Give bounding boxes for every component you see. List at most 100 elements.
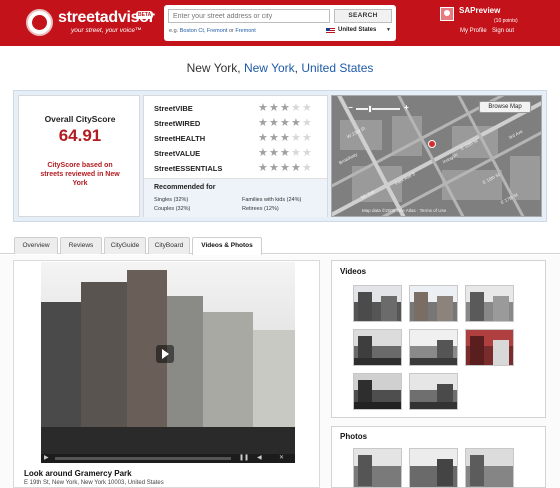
star-empty-icon[interactable]: ★ — [302, 133, 313, 144]
cityscore-value: 64.91 — [58, 126, 102, 145]
video-thumbnail[interactable] — [353, 373, 402, 410]
zoom-slider-track[interactable] — [356, 108, 400, 110]
rating-row-wired: StreetWIRED ★ ★ ★ ★ ★ — [154, 118, 324, 130]
header-bar: streetadvisor BETA your street, your voi… — [0, 0, 560, 46]
volume-icon[interactable]: ◀ — [257, 454, 262, 463]
star-rating: ★ ★ ★ ★ ★ — [258, 148, 313, 159]
country-select[interactable]: United States — [338, 27, 376, 33]
star-filled-icon[interactable]: ★ — [258, 163, 269, 174]
map-street-label: Broadway — [337, 151, 359, 166]
tab-reviews[interactable]: Reviews — [60, 237, 102, 254]
star-filled-icon[interactable]: ★ — [280, 103, 291, 114]
username[interactable]: SAPreview — [459, 6, 500, 15]
example-link-city[interactable]: Fremont — [235, 28, 255, 34]
cityscore-box: Overall CityScore 64.91 CityScore based … — [18, 95, 140, 217]
star-empty-icon[interactable]: ★ — [291, 103, 302, 114]
sign-out-link[interactable]: Sign out — [492, 28, 514, 34]
location-separator: , — [237, 61, 244, 75]
star-empty-icon[interactable]: ★ — [302, 118, 313, 129]
video-thumbnail[interactable] — [409, 329, 458, 366]
star-filled-icon[interactable]: ★ — [258, 103, 269, 114]
us-flag-icon — [326, 28, 335, 34]
thumbnail-building — [358, 455, 372, 486]
thumbnail-street — [410, 358, 457, 365]
zoom-in-button[interactable]: + — [402, 103, 411, 113]
example-prefix: e.g. — [169, 28, 179, 34]
brand-tagline: your street, your voice™ — [71, 27, 142, 34]
rating-label[interactable]: StreetVIBE — [154, 104, 193, 113]
recommended-item: Singles (32%) — [154, 197, 189, 203]
star-filled-icon[interactable]: ★ — [280, 163, 291, 174]
location-state-link[interactable]: New York — [244, 61, 295, 75]
star-filled-icon[interactable]: ★ — [280, 148, 291, 159]
city-map[interactable]: W 23rd St Park Ave S E 20th St Broadway … — [331, 95, 542, 217]
search-input[interactable] — [168, 9, 330, 23]
play-button[interactable]: ▶ — [44, 454, 49, 463]
cityscore-title: Overall CityScore — [44, 114, 116, 124]
thumbnail-building — [470, 455, 484, 486]
tab-overview[interactable]: Overview — [14, 237, 58, 254]
location-heading: New York, New York, United States — [0, 61, 560, 75]
star-rating: ★ ★ ★ ★ ★ — [258, 118, 313, 129]
photo-thumbnail[interactable] — [353, 448, 402, 488]
map-marker-icon[interactable] — [428, 140, 436, 148]
zoom-slider-handle[interactable] — [368, 105, 372, 113]
video-thumbnail[interactable] — [409, 373, 458, 410]
rating-label[interactable]: StreetWIRED — [154, 119, 200, 128]
video-progress-bar[interactable] — [55, 457, 231, 460]
star-filled-icon[interactable]: ★ — [258, 133, 269, 144]
play-icon[interactable] — [156, 345, 174, 363]
star-empty-icon[interactable]: ★ — [291, 148, 302, 159]
location-country-link[interactable]: United States — [301, 61, 373, 75]
pause-button[interactable]: ❚❚ — [239, 454, 249, 463]
star-filled-icon[interactable]: ★ — [269, 163, 280, 174]
rating-row-vibe: StreetVIBE ★ ★ ★ ★ ★ — [154, 103, 324, 115]
video-thumbnail[interactable] — [409, 285, 458, 322]
star-empty-icon[interactable]: ★ — [302, 103, 313, 114]
star-filled-icon[interactable]: ★ — [291, 118, 302, 129]
close-icon[interactable]: ✕ — [279, 454, 284, 463]
thumbnail-building — [358, 292, 372, 321]
star-empty-icon[interactable]: ★ — [291, 133, 302, 144]
star-empty-icon[interactable]: ★ — [302, 163, 313, 174]
rating-label[interactable]: StreetVALUE — [154, 149, 200, 158]
section-tabs: Overview Reviews CityGuide CityBoard Vid… — [0, 234, 560, 255]
chevron-down-icon[interactable]: ▼ — [386, 27, 391, 33]
photo-thumbnail[interactable] — [409, 448, 458, 488]
zoom-out-button[interactable]: − — [346, 103, 355, 113]
photo-thumbnail[interactable] — [465, 448, 514, 488]
star-filled-icon[interactable]: ★ — [291, 163, 302, 174]
star-filled-icon[interactable]: ★ — [258, 118, 269, 129]
browse-map-button[interactable]: Browse Map — [479, 101, 531, 113]
star-filled-icon[interactable]: ★ — [280, 118, 291, 129]
rating-label[interactable]: StreetHEALTH — [154, 134, 205, 143]
star-filled-icon[interactable]: ★ — [269, 148, 280, 159]
ratings-box: StreetVIBE ★ ★ ★ ★ ★ StreetWIRED ★ ★ ★ ★ ★ Stree… — [143, 95, 328, 217]
video-thumbnail[interactable] — [353, 285, 402, 322]
video-thumbnail[interactable] — [465, 285, 514, 322]
video-thumbnail[interactable] — [353, 329, 402, 366]
star-filled-icon[interactable]: ★ — [280, 133, 291, 144]
example-link-street[interactable]: Boston Ct, Fremont — [180, 28, 228, 34]
recommended-item: Families with kids (24%) — [242, 197, 302, 203]
star-filled-icon[interactable]: ★ — [269, 103, 280, 114]
video-controls: ▶ ❚❚ ◀ ✕ — [41, 454, 295, 463]
thumbnail-street — [354, 358, 401, 365]
thumbnail-building — [414, 292, 428, 321]
star-filled-icon[interactable]: ★ — [258, 148, 269, 159]
streetadvisor-logo-icon[interactable] — [26, 9, 53, 36]
tab-cityguide[interactable]: CityGuide — [104, 237, 146, 254]
tab-videos-photos[interactable]: Videos & Photos — [192, 237, 262, 255]
video-frame-street — [41, 427, 295, 455]
star-empty-icon[interactable]: ★ — [302, 148, 313, 159]
tab-cityboard[interactable]: CityBoard — [148, 237, 190, 254]
rating-label[interactable]: StreetESSENTIALS — [154, 164, 222, 173]
search-button[interactable]: SEARCH — [334, 9, 392, 23]
my-profile-link[interactable]: My Profile — [460, 28, 487, 34]
star-filled-icon[interactable]: ★ — [269, 118, 280, 129]
video-thumbnail[interactable] — [465, 329, 514, 366]
thumbnail-building — [437, 459, 453, 486]
thumbnail-street — [410, 402, 457, 409]
star-filled-icon[interactable]: ★ — [269, 133, 280, 144]
avatar[interactable] — [440, 7, 454, 21]
